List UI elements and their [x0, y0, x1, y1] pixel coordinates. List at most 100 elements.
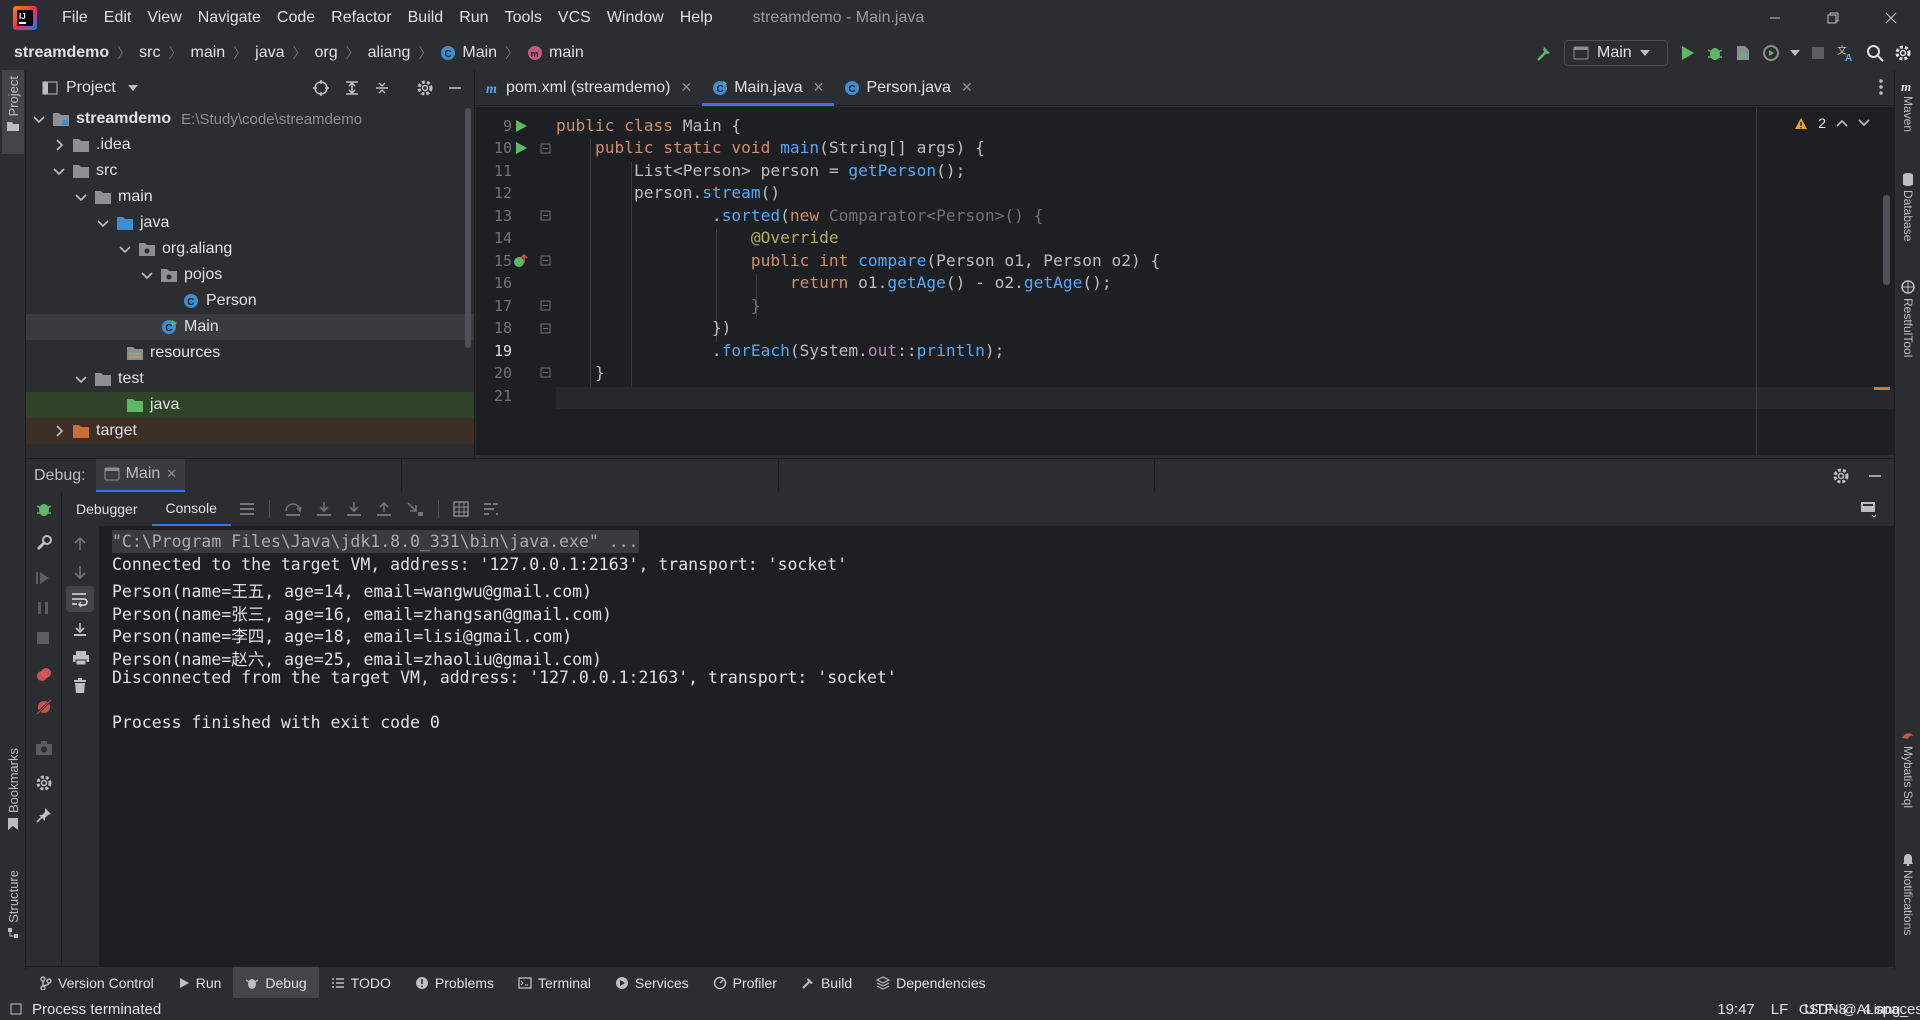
breadcrumb-aliang[interactable]: aliang — [368, 44, 411, 62]
tab-console[interactable]: Console — [151, 492, 231, 526]
build-hammer-icon[interactable] — [1534, 43, 1554, 63]
stop-icon[interactable] — [35, 630, 51, 646]
mybatis-tool-button[interactable]: Mybatis Sql — [1897, 730, 1919, 808]
debug-bug-icon[interactable] — [35, 500, 53, 518]
view-breakpoints-icon[interactable] — [35, 666, 53, 684]
tool-debug[interactable]: Debug — [233, 966, 319, 999]
tool-todo[interactable]: TODO — [319, 967, 403, 999]
restore-button[interactable] — [1804, 0, 1862, 36]
menu-vcs[interactable]: VCS — [550, 9, 599, 27]
tree-item-org-aliang[interactable]: org.aliang — [26, 236, 474, 262]
debug-session-tab-main[interactable]: Main ✕ — [95, 458, 186, 493]
fold-marker-icon[interactable] — [540, 143, 552, 155]
tool-version-control[interactable]: Version Control — [26, 967, 166, 999]
close-tab-icon[interactable]: ✕ — [680, 79, 692, 96]
translate-icon[interactable]: 文A — [1836, 43, 1856, 63]
hide-panel-icon[interactable] — [1868, 467, 1882, 485]
close-window-button[interactable] — [1862, 0, 1920, 36]
close-session-icon[interactable]: ✕ — [166, 466, 177, 482]
chevron-down-icon[interactable] — [127, 85, 138, 91]
breadcrumb-main[interactable]: main — [190, 44, 225, 62]
chevron-up-icon[interactable] — [1836, 119, 1848, 127]
menu-navigate[interactable]: Navigate — [190, 9, 269, 27]
chevron-right-icon[interactable] — [52, 424, 66, 438]
database-tool-button[interactable]: Database — [1897, 172, 1919, 241]
bookmarks-tool-button[interactable]: Bookmarks — [2, 748, 24, 868]
project-tool-button[interactable]: Project — [2, 70, 24, 154]
run-to-cursor-icon[interactable] — [406, 501, 424, 517]
minimize-button[interactable] — [1746, 0, 1804, 36]
tool-services[interactable]: Services — [603, 967, 701, 999]
locate-crosshair-icon[interactable] — [312, 79, 330, 97]
camera-icon[interactable] — [35, 740, 53, 756]
menu-window[interactable]: Window — [599, 9, 672, 27]
breadcrumb-org[interactable]: org — [315, 44, 338, 62]
tree-item-java[interactable]: java — [26, 210, 474, 236]
chevron-down-icon[interactable] — [140, 268, 154, 282]
menu-code[interactable]: Code — [269, 9, 323, 27]
close-tab-icon[interactable]: ✕ — [961, 79, 973, 96]
run-gutter-icon[interactable] — [514, 119, 528, 133]
tab-person-java[interactable]: C Person.java ✕ — [834, 70, 982, 105]
chevron-right-icon[interactable] — [52, 138, 66, 152]
inspection-widget[interactable]: 2 — [1794, 115, 1870, 131]
more-run-dropdown-icon[interactable] — [1790, 50, 1800, 56]
scroll-up-arrow-icon[interactable] — [72, 536, 88, 552]
debug-bug-icon[interactable] — [1706, 44, 1724, 62]
tab-main-java[interactable]: C Main.java ✕ — [702, 70, 835, 106]
tree-item-main-class[interactable]: C Main — [26, 314, 474, 340]
menu-run[interactable]: Run — [451, 9, 496, 27]
step-into-icon[interactable] — [316, 501, 332, 517]
stop-icon[interactable] — [1810, 45, 1826, 61]
tree-item-pojos[interactable]: pojos — [26, 262, 474, 288]
step-out-icon[interactable] — [376, 501, 392, 517]
breadcrumb-class-main[interactable]: C Main — [440, 44, 497, 62]
tree-item-target[interactable]: target — [26, 418, 474, 444]
fold-marker-icon[interactable] — [540, 210, 552, 222]
panel-settings-gear-icon[interactable] — [416, 79, 434, 97]
error-stripe-marker[interactable] — [1874, 387, 1890, 390]
chevron-down-icon[interactable] — [118, 242, 132, 256]
notifications-tool-button[interactable]: Notifications — [1897, 852, 1919, 935]
profiler-icon[interactable] — [1762, 44, 1780, 62]
fold-marker-icon[interactable] — [540, 255, 552, 267]
chevron-down-icon[interactable] — [52, 164, 66, 178]
tree-item-streamdemo[interactable]: streamdemo E:\Study\code\streamdemo — [26, 106, 474, 132]
step-over-icon[interactable] — [284, 501, 302, 517]
coverage-icon[interactable] — [1734, 44, 1752, 62]
tool-problems[interactable]: Problems — [403, 967, 506, 999]
menu-tools[interactable]: Tools — [497, 9, 550, 27]
tab-pom-xml[interactable]: m pom.xml (streamdemo) ✕ — [476, 70, 702, 105]
print-icon[interactable] — [72, 650, 90, 666]
scroll-to-end-icon[interactable] — [72, 622, 88, 638]
chevron-down-icon[interactable] — [74, 190, 88, 204]
menu-build[interactable]: Build — [400, 9, 452, 27]
tool-run[interactable]: Run — [166, 967, 234, 999]
wrench-icon[interactable] — [35, 534, 53, 552]
tree-scrollbar[interactable] — [465, 108, 471, 348]
mute-breakpoints-icon[interactable] — [35, 698, 53, 716]
tool-profiler[interactable]: Profiler — [701, 967, 789, 999]
debug-settings-gear-icon[interactable] — [1832, 467, 1850, 485]
tree-item-test-java[interactable]: java — [26, 392, 474, 418]
tab-options-icon[interactable] — [1878, 78, 1884, 96]
menu-file[interactable]: File — [54, 9, 96, 27]
layout-options-icon[interactable] — [1860, 500, 1878, 518]
run-gutter-icon[interactable] — [514, 141, 528, 155]
maven-tool-button[interactable]: m Maven — [1897, 80, 1919, 132]
menu-help[interactable]: Help — [672, 9, 721, 27]
trash-icon[interactable] — [72, 678, 88, 694]
evaluate-expression-icon[interactable] — [453, 501, 469, 517]
chevron-down-icon[interactable] — [96, 216, 110, 230]
chevron-down-icon[interactable] — [74, 372, 88, 386]
line-separator[interactable]: LF — [1771, 1001, 1789, 1018]
breadcrumb-src[interactable]: src — [139, 44, 160, 62]
settings-gear-icon[interactable] — [1894, 44, 1912, 62]
status-toggle-icon[interactable] — [10, 1003, 22, 1015]
tree-item-person[interactable]: C Person — [26, 288, 474, 314]
menu-view[interactable]: View — [139, 9, 189, 27]
override-gutter-icon[interactable] — [512, 253, 528, 269]
tree-item-test[interactable]: test — [26, 366, 474, 392]
console-output[interactable]: "C:\Program Files\Java\jdk1.8.0_331\bin\… — [100, 526, 1894, 966]
breadcrumb-method-main[interactable]: m main — [527, 44, 584, 62]
